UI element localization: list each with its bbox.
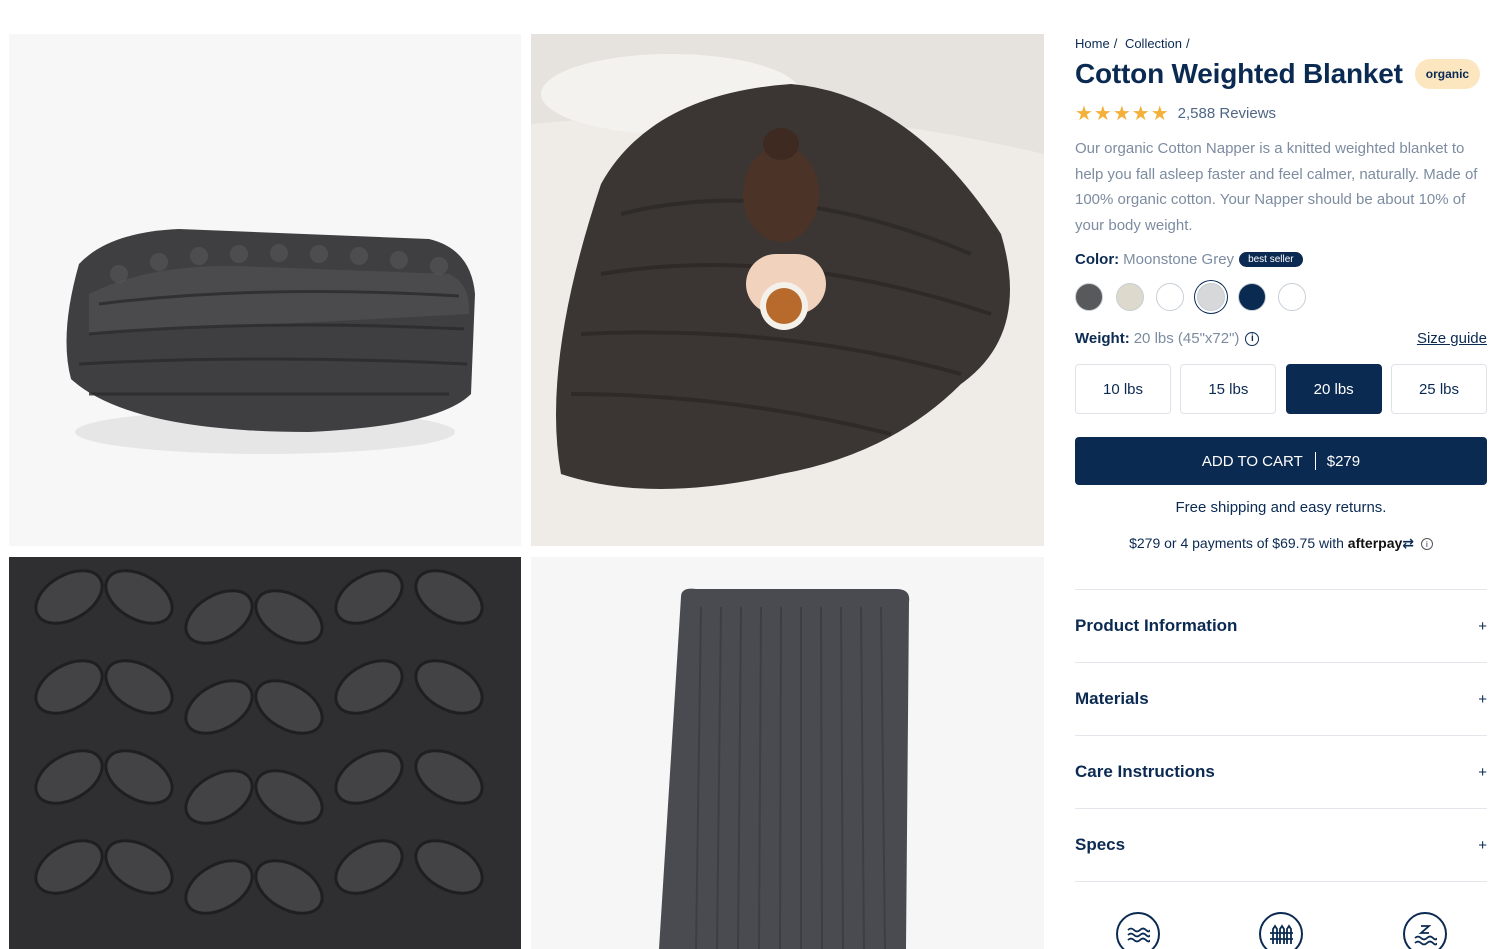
breadcrumb-collection[interactable]: Collection bbox=[1125, 36, 1182, 51]
accordion-label: Product Information bbox=[1075, 616, 1238, 635]
breadcrumb: Home / Collection / bbox=[1075, 36, 1190, 51]
accordion-materials[interactable]: Materials + bbox=[1075, 662, 1487, 735]
organic-badge: organic bbox=[1414, 59, 1481, 89]
color-swatch[interactable] bbox=[1156, 283, 1185, 311]
size-guide-link[interactable]: Size guide bbox=[1417, 330, 1487, 347]
weight-value: 20 lbs (45"x72") bbox=[1133, 330, 1240, 347]
plus-icon: + bbox=[1478, 617, 1487, 635]
afterpay-text: $279 or 4 payments of $69.75 with bbox=[1129, 535, 1344, 551]
color-swatch[interactable] bbox=[1197, 283, 1226, 311]
weight-option-button[interactable]: 25 lbs bbox=[1390, 364, 1487, 414]
weight-selector-label: Weight: 20 lbs (45"x72") i Size guide bbox=[1075, 330, 1487, 347]
color-value: Moonstone Grey bbox=[1123, 251, 1235, 268]
color-selector-label: Color: Moonstone Grey best seller bbox=[1075, 251, 1303, 268]
accordion-product-information[interactable]: Product Information + bbox=[1075, 589, 1487, 662]
add-to-cart-label: ADD TO CART bbox=[1201, 452, 1303, 470]
plus-icon: + bbox=[1478, 763, 1487, 781]
sleep-z-icon bbox=[1403, 912, 1447, 949]
shipping-note: Free shipping and easy returns. bbox=[1175, 499, 1387, 516]
page-title: Cotton Weighted Blanket bbox=[1075, 58, 1403, 89]
fence-icon bbox=[1259, 912, 1303, 949]
star-rating-icon: ★★★★★ bbox=[1075, 103, 1170, 125]
cart-price: $279 bbox=[1326, 452, 1361, 470]
color-swatch[interactable] bbox=[1075, 283, 1103, 311]
breadcrumb-home[interactable]: Home bbox=[1075, 36, 1110, 51]
best-seller-badge: best seller bbox=[1239, 252, 1303, 267]
woman-blanket-image bbox=[531, 34, 1044, 546]
weight-label: Weight: bbox=[1075, 330, 1130, 347]
accordion-specs[interactable]: Specs + bbox=[1075, 808, 1487, 881]
color-swatches bbox=[1075, 283, 1319, 311]
weight-option-button[interactable]: 20 lbs bbox=[1285, 364, 1382, 414]
gallery-image-folded-blanket[interactable] bbox=[9, 34, 521, 546]
gallery-image-knit-closeup[interactable] bbox=[9, 557, 521, 949]
accordion-label: Specs bbox=[1075, 835, 1126, 854]
info-icon[interactable]: i bbox=[1245, 331, 1260, 346]
gallery-image-woman-in-blanket[interactable] bbox=[531, 34, 1044, 546]
title-row: Cotton Weighted Blanket organic bbox=[1075, 58, 1481, 90]
product-gallery bbox=[0, 0, 1052, 949]
color-swatch[interactable] bbox=[1115, 283, 1144, 311]
cart-divider bbox=[1314, 452, 1316, 470]
accordion-label: Materials bbox=[1075, 689, 1149, 708]
accordion-label: Care Instructions bbox=[1075, 762, 1215, 781]
color-swatch[interactable] bbox=[1237, 283, 1266, 311]
accordion-care-instructions[interactable]: Care Instructions + bbox=[1075, 735, 1487, 808]
product-description: Our organic Cotton Napper is a knitted w… bbox=[1075, 140, 1478, 234]
afterpay-note: $279 or 4 payments of $69.75 with afterp… bbox=[1075, 535, 1487, 552]
weight-options: 10 lbs 15 lbs 20 lbs 25 lbs bbox=[1075, 364, 1487, 414]
flat-blanket-image bbox=[531, 557, 1044, 949]
gallery-image-flat-blanket[interactable] bbox=[531, 557, 1044, 949]
rating-row[interactable]: ★★★★★ 2,588 Reviews bbox=[1075, 101, 1276, 126]
add-to-cart-button[interactable]: ADD TO CART $279 bbox=[1075, 437, 1487, 485]
color-label: Color: bbox=[1075, 251, 1120, 268]
product-details-panel: Home / Collection / Cotton Weighted Blanke… bbox=[1075, 0, 1487, 949]
knit-closeup-image bbox=[9, 557, 521, 949]
accordion-divider bbox=[1075, 881, 1487, 882]
reviews-count[interactable]: 2,588 Reviews bbox=[1178, 105, 1276, 122]
plus-icon: + bbox=[1478, 690, 1487, 708]
folded-blanket-image bbox=[66, 229, 475, 454]
afterpay-loop-icon: ⇄ bbox=[1402, 535, 1414, 551]
weight-option-button[interactable]: 15 lbs bbox=[1180, 364, 1277, 414]
plus-icon: + bbox=[1478, 836, 1487, 854]
water-waves-icon bbox=[1116, 912, 1160, 949]
weight-option-button[interactable]: 10 lbs bbox=[1075, 364, 1171, 414]
afterpay-logo: afterpay bbox=[1347, 535, 1403, 551]
afterpay-info-icon[interactable]: i bbox=[1420, 538, 1433, 551]
color-swatch[interactable] bbox=[1278, 283, 1307, 311]
